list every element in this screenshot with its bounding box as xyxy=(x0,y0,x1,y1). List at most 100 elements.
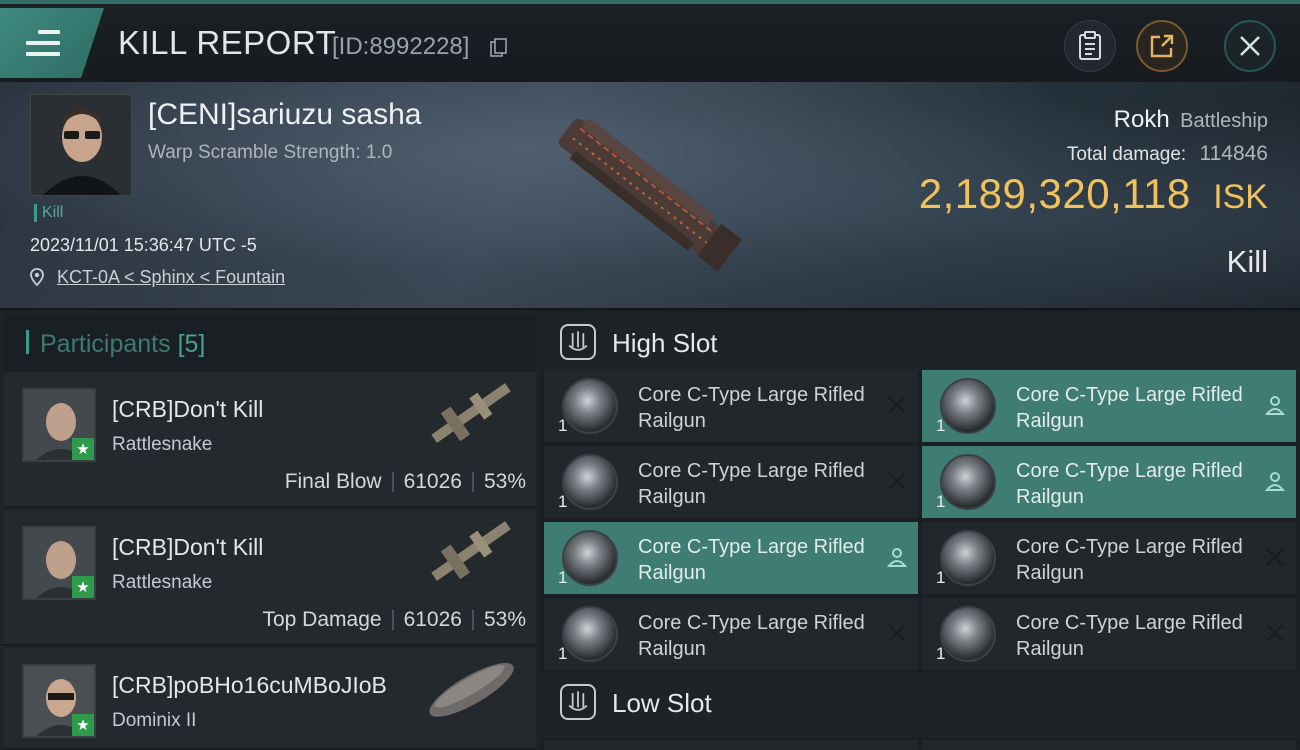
participants-title-text: Participants xyxy=(40,330,171,358)
railgun-module-icon xyxy=(562,378,618,434)
railgun-module-icon xyxy=(940,606,996,662)
victim-ship-image[interactable] xyxy=(525,102,765,282)
module-quantity: 1 xyxy=(936,568,946,587)
low-slot-icon xyxy=(560,684,596,720)
clipboard-icon xyxy=(1079,31,1101,60)
copy-icon[interactable] xyxy=(490,38,508,58)
low-slot-module[interactable] xyxy=(544,740,918,750)
module-name: Core C-Type Large Rifled Railgun xyxy=(638,536,865,584)
participant-ship-image[interactable] xyxy=(416,650,526,728)
participant-avatar[interactable]: ★ xyxy=(22,526,96,600)
destroyed-x-icon xyxy=(888,396,906,414)
module-item[interactable]: 1 Core C-Type Large Rifled Railgun xyxy=(922,522,1296,594)
module-name: Core C-Type Large Rifled Railgun xyxy=(1016,612,1243,660)
isk-value: 2,189,320,118 xyxy=(918,170,1191,217)
page-title: KILL REPORT xyxy=(118,24,337,61)
participants-count: [5] xyxy=(177,330,206,358)
clipboard-button[interactable] xyxy=(1064,20,1116,72)
top-bar: KILL REPORT [ID:8992228] xyxy=(0,0,1300,82)
total-damage-label: Total damage: xyxy=(1066,144,1187,165)
participant-name[interactable]: [CRB]poBHo16cuMBoJIoB xyxy=(112,672,387,699)
participant-ship: Rattlesnake xyxy=(112,434,213,455)
module-item[interactable]: 1 Core C-Type Large Rifled Railgun xyxy=(544,446,918,518)
railgun-module-icon xyxy=(562,454,618,510)
module-quantity: 1 xyxy=(936,416,946,435)
participant-damage: 61026 xyxy=(403,470,462,493)
ship-class: Battleship xyxy=(1180,110,1268,132)
module-item[interactable]: 1 Core C-Type Large Rifled Railgun xyxy=(922,598,1296,670)
participant-ship: Rattlesnake xyxy=(112,572,213,593)
participant-stats: Final Blow 61026 53% xyxy=(285,470,526,494)
high-slot-icon xyxy=(560,324,596,360)
module-item[interactable]: 1 Core C-Type Large Rifled Railgun xyxy=(922,446,1296,518)
close-button[interactable] xyxy=(1224,20,1276,72)
participant-damage: 61026 xyxy=(403,608,462,631)
divider xyxy=(471,610,474,631)
share-icon xyxy=(1150,34,1174,58)
module-name: Core C-Type Large Rifled Railgun xyxy=(638,460,865,508)
participant-ship-image[interactable] xyxy=(416,374,526,452)
participants-header: Participants [5] xyxy=(4,314,536,372)
dropped-person-icon xyxy=(1264,396,1286,415)
module-item[interactable]: 1 Core C-Type Large Rifled Railgun xyxy=(544,370,918,442)
victim-name[interactable]: [CENI]sariuzu sasha xyxy=(148,98,421,132)
warp-scramble-strength: Warp Scramble Strength: 1.0 xyxy=(148,142,393,163)
railgun-module-icon xyxy=(940,454,996,510)
module-name: Core C-Type Large Rifled Railgun xyxy=(1016,536,1243,584)
participant-row[interactable]: ★ [CRB]Don't Kill Rattlesnake Top Damage… xyxy=(4,510,536,646)
high-slot-title: High Slot xyxy=(612,328,718,358)
isk-value-line: 2,189,320,118 ISK xyxy=(919,170,1268,218)
star-icon: ★ xyxy=(72,576,94,598)
module-item[interactable]: 1 Core C-Type Large Rifled Railgun xyxy=(544,522,918,594)
accent-bar xyxy=(26,330,29,354)
menu-button[interactable] xyxy=(0,8,104,78)
module-quantity: 1 xyxy=(558,416,568,435)
low-slot-module[interactable] xyxy=(922,740,1296,750)
module-item[interactable]: 1 Core C-Type Large Rifled Railgun xyxy=(922,370,1296,442)
participant-ship: Dominix II xyxy=(112,710,197,731)
module-quantity: 1 xyxy=(936,644,946,663)
report-id: [ID:8992228] xyxy=(332,33,470,60)
fitting-panel: High Slot 1 Core C-Type Large Rifled Rail… xyxy=(540,310,1300,750)
ship-name[interactable]: Rokh xyxy=(1114,106,1170,133)
participant-name[interactable]: [CRB]Don't Kill xyxy=(112,534,263,561)
location-pin-icon xyxy=(30,268,44,287)
participant-role: Final Blow xyxy=(284,470,382,493)
participants-title: Participants [5] xyxy=(40,330,205,359)
railgun-module-icon xyxy=(940,530,996,586)
high-slot-header: High Slot xyxy=(540,312,1300,372)
destroyed-x-icon xyxy=(1266,548,1284,566)
hamburger-icon xyxy=(26,30,60,56)
module-quantity: 1 xyxy=(558,568,568,587)
participant-row[interactable]: ★ [CRB]poBHo16cuMBoJIoB Dominix II xyxy=(4,648,536,750)
kill-location[interactable]: KCT-0A < Sphinx < Fountain xyxy=(30,266,285,288)
close-icon xyxy=(1240,36,1260,56)
railgun-module-icon xyxy=(940,378,996,434)
railgun-module-icon xyxy=(562,530,618,586)
module-name: Core C-Type Large Rifled Railgun xyxy=(638,384,865,432)
participant-avatar[interactable]: ★ xyxy=(22,664,96,738)
module-quantity: 1 xyxy=(558,492,568,511)
participants-panel: Participants [5] ★ [CRB]Don't Kill Rattl… xyxy=(0,310,540,750)
character-portrait-image xyxy=(31,95,131,195)
kill-datetime: 2023/11/01 15:36:47 UTC -5 xyxy=(30,235,257,255)
module-name: Core C-Type Large Rifled Railgun xyxy=(1016,384,1243,432)
isk-unit: ISK xyxy=(1213,178,1268,216)
module-item[interactable]: 1 Core C-Type Large Rifled Railgun xyxy=(544,598,918,670)
total-damage-value: 114846 xyxy=(1199,142,1268,165)
location-link[interactable]: KCT-0A < Sphinx < Fountain xyxy=(57,267,285,287)
star-icon: ★ xyxy=(72,438,94,460)
victim-portrait[interactable] xyxy=(30,94,132,196)
victim-banner: [CENI]sariuzu sasha Warp Scramble Streng… xyxy=(0,82,1300,308)
divider xyxy=(391,472,394,493)
participant-name[interactable]: [CRB]Don't Kill xyxy=(112,396,263,423)
kill-result: Kill xyxy=(1226,244,1268,279)
participant-row[interactable]: ★ [CRB]Don't Kill Rattlesnake Final Blow… xyxy=(4,372,536,508)
module-name: Core C-Type Large Rifled Railgun xyxy=(1016,460,1243,508)
participant-avatar[interactable]: ★ xyxy=(22,388,96,462)
share-button[interactable] xyxy=(1136,20,1188,72)
participant-percent: 53% xyxy=(483,608,526,631)
participant-ship-image[interactable] xyxy=(416,512,526,590)
dropped-person-icon xyxy=(886,548,908,567)
dropped-person-icon xyxy=(1264,472,1286,491)
